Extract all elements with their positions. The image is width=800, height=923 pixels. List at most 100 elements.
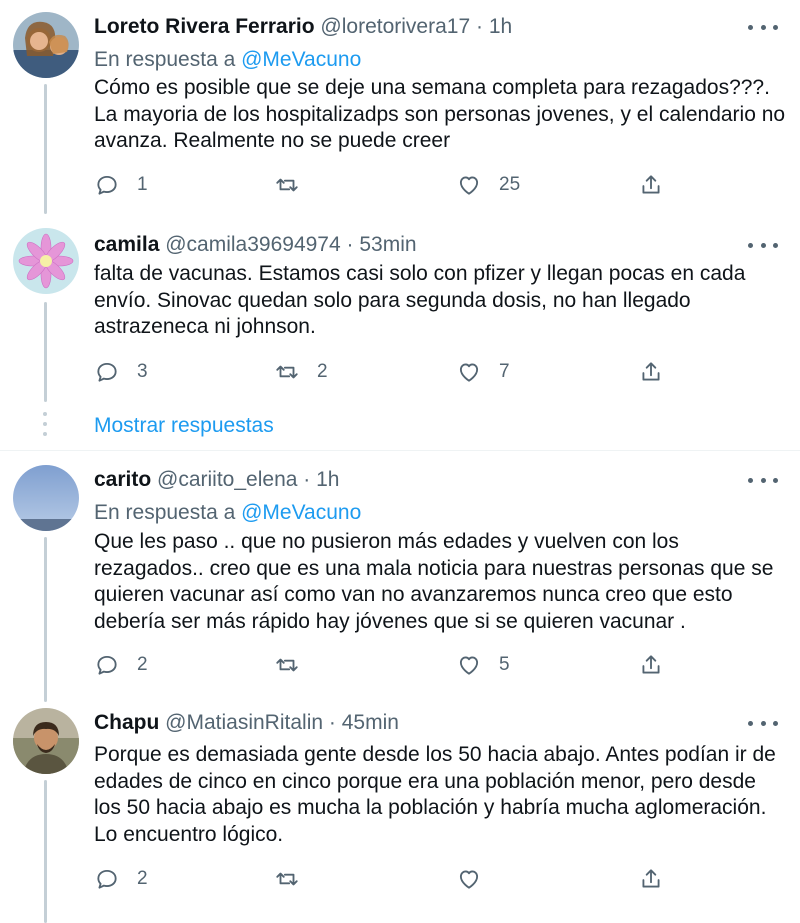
person-avatar-icon [13,708,79,774]
action-bar: 2 5 [0,650,800,680]
tweet-text-line: astrazeneca ni johnson. [94,315,316,338]
like-button[interactable]: 5 [456,650,510,680]
timestamp[interactable]: 53min [359,233,416,256]
reply-context: En respuesta a @MeVacuno [94,48,361,72]
user-handle[interactable]: @camila39694974 [165,233,340,256]
tweet-text-line: avanza. Realmente no se puede creer [94,129,451,152]
share-icon [642,655,660,674]
tweet-header: carito @cariito_elena · 1h [94,467,339,493]
tweet-text-line: edades de cinco en cinco porque era una … [94,769,756,793]
tweet-text-line: falta de vacunas. Estamos casi solo con … [94,262,746,285]
share-button[interactable] [638,650,664,680]
timestamp[interactable]: 45min [342,711,399,734]
tweet-text: Porque es demasiada gente desde los 50 h… [94,742,784,848]
user-handle[interactable]: @cariito_elena [157,468,297,491]
retweet-button[interactable] [274,650,317,680]
tweet[interactable]: Loreto Rivera Ferrario @loretorivera17 ·… [0,0,800,220]
tweet-text-line: quieren vacunar así como van no avanzare… [94,583,733,606]
share-button[interactable] [638,357,664,387]
reply-icon [97,655,117,675]
tweet-text-line: rezagados.. creo que es una mala noticia… [94,556,774,580]
avatar-photo-icon [13,12,79,78]
share-icon [642,869,660,888]
tweet-text: Cómo es posible que se deje una semana c… [94,75,786,155]
action-bar: 3 2 7 [0,357,800,387]
mention-link[interactable]: @MeVacuno [241,48,361,71]
tweet-text-line: los 50 hacia abajo es mucha la población… [94,796,767,819]
more-icon[interactable] [748,470,778,490]
tweet-header: Chapu @MatiasinRitalin · 45min [94,710,399,736]
tweet-text: falta de vacunas. Estamos casi solo con … [94,261,784,341]
retweet-button[interactable] [274,864,317,894]
like-count: 25 [499,174,521,195]
reply-button[interactable]: 2 [94,864,148,894]
thread-dots [43,410,48,438]
action-bar: 2 [0,864,800,894]
more-icon[interactable] [748,713,778,733]
retweet-button[interactable]: 2 [274,357,328,387]
thread-line [44,780,47,923]
timestamp[interactable]: 1h [489,15,512,38]
thread-line [44,302,47,402]
reply-prefix: En respuesta a [94,501,236,524]
reply-count: 3 [137,361,148,382]
reply-count: 1 [137,174,148,195]
display-name[interactable]: Loreto Rivera Ferrario [94,15,315,38]
tweet-text-line: La mayoria de los hospitalizadps son per… [94,102,786,126]
like-button[interactable] [456,864,499,894]
reply-prefix: En respuesta a [94,48,236,71]
reply-count: 2 [137,654,148,675]
lotus-flower-avatar-icon [13,228,79,294]
display-name[interactable]: camila [94,233,159,256]
like-count: 7 [499,361,510,382]
reply-icon [97,869,117,889]
heart-icon [459,870,479,889]
avatar[interactable] [13,228,79,294]
avatar[interactable] [13,708,79,774]
tweet-text-line: Que les paso .. que no pusieron más edad… [94,530,679,553]
retweet-button[interactable] [274,170,317,200]
tweet-header: Loreto Rivera Ferrario @loretorivera17 ·… [94,14,512,40]
retweet-icon [276,178,298,192]
share-button[interactable] [638,864,664,894]
reply-button[interactable]: 2 [94,650,148,680]
tweet[interactable]: carito @cariito_elena · 1h En respuesta … [0,451,800,702]
display-name[interactable]: carito [94,468,151,491]
separator: · [303,468,311,491]
tweet[interactable]: Chapu @MatiasinRitalin · 45min Porque es… [0,696,800,923]
more-icon[interactable] [748,235,778,255]
tweet[interactable]: camila @camila39694974 · 53min falta de … [0,220,800,402]
heart-icon [459,363,479,382]
display-name[interactable]: Chapu [94,711,159,734]
like-count: 5 [499,654,510,675]
separator: · [328,711,336,734]
show-replies-link[interactable]: Mostrar respuestas [94,414,274,438]
user-handle[interactable]: @loretorivera17 [320,15,470,38]
like-button[interactable]: 25 [456,170,520,200]
reply-button[interactable]: 3 [94,357,148,387]
avatar[interactable] [13,12,79,78]
share-button[interactable] [638,170,664,200]
retweet-icon [276,365,298,379]
tweet-text-line: Cómo es posible que se deje una semana c… [94,76,770,99]
tweet-text-line: Porque es demasiada gente desde los 50 h… [94,743,776,766]
tweet-text-line: envío. Sinovac quedan solo para segunda … [94,288,691,312]
timestamp[interactable]: 1h [316,468,339,491]
reply-count: 2 [137,868,148,889]
sky-avatar-icon [13,465,79,531]
avatar[interactable] [13,465,79,531]
reply-icon [97,175,117,195]
reply-button[interactable]: 1 [94,170,148,200]
action-bar: 1 25 [0,170,800,200]
more-icon[interactable] [748,17,778,37]
reply-icon [97,362,117,382]
reply-context: En respuesta a @MeVacuno [94,501,361,525]
mention-link[interactable]: @MeVacuno [241,501,361,524]
retweet-icon [276,872,298,886]
tweet-text-line: Lo encuentro lógico. [94,822,284,846]
heart-icon [459,656,479,675]
user-handle[interactable]: @MatiasinRitalin [165,711,323,734]
retweet-count: 2 [317,361,328,382]
tweet-text: Que les paso .. que no pusieron más edad… [94,529,784,635]
like-button[interactable]: 7 [456,357,510,387]
